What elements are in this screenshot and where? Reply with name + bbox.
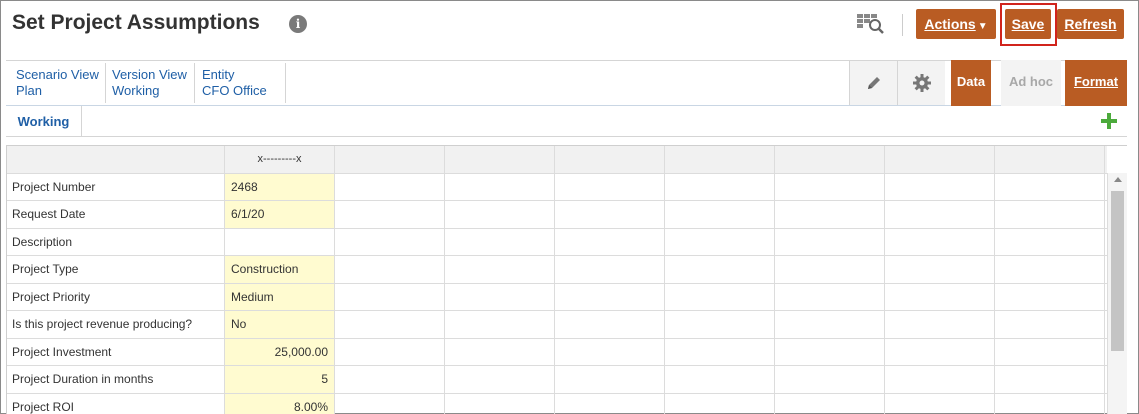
row-label: Project ROI: [7, 393, 225, 414]
row-label: Request Date: [7, 201, 225, 228]
pov-member: Working: [112, 83, 160, 98]
pov-member: Plan: [16, 83, 43, 98]
pov-dimension: Entity: [202, 67, 235, 82]
info-icon[interactable]: i: [289, 15, 307, 33]
save-button[interactable]: Save: [1005, 9, 1051, 39]
actions-label: Actions: [924, 16, 976, 32]
toolbar-divider: [902, 14, 903, 36]
adhoc-tab[interactable]: Ad hoc: [1001, 60, 1061, 106]
empty-header-cell: [665, 146, 775, 173]
format-tab[interactable]: Format: [1065, 60, 1127, 106]
data-grid: x---------x Project Number 2468 Request …: [6, 145, 1127, 414]
corner-cell: [7, 146, 225, 173]
input-cell[interactable]: 8.00%: [225, 393, 335, 414]
empty-header-cell: [445, 146, 555, 173]
tab-working[interactable]: Working: [6, 106, 82, 137]
inspect-grid-icon[interactable]: [856, 11, 886, 37]
pov-divider: [285, 63, 286, 103]
pencil-icon: [868, 77, 880, 89]
page-title: Set Project Assumptions: [12, 11, 260, 34]
empty-header-cell: [995, 146, 1105, 173]
pov-bar: Scenario View Plan Version View Working …: [6, 60, 1127, 106]
actions-button[interactable]: Actions ▼: [916, 9, 996, 39]
input-cell[interactable]: No: [225, 311, 335, 338]
row-label: Is this project revenue producing?: [7, 311, 225, 338]
row-label: Project Investment: [7, 338, 225, 365]
empty-header-cell: [885, 146, 995, 173]
row-label: Project Number: [7, 173, 225, 200]
chevron-down-icon: ▼: [977, 21, 988, 32]
input-cell[interactable]: [225, 228, 335, 255]
pov-version[interactable]: Version View Working: [112, 67, 187, 99]
row-label: Project Duration in months: [7, 366, 225, 393]
settings-button[interactable]: [897, 61, 945, 105]
empty-grid-area: [335, 173, 1107, 414]
empty-header-cell: [335, 146, 445, 173]
gear-icon: [913, 74, 931, 92]
vertical-scrollbar[interactable]: [1107, 173, 1127, 414]
scroll-thumb[interactable]: [1111, 191, 1124, 351]
input-cell[interactable]: 25,000.00: [225, 338, 335, 365]
input-cell[interactable]: Construction: [225, 256, 335, 283]
input-cell[interactable]: 2468: [225, 173, 335, 200]
grid-header-row: x---------x: [7, 146, 1107, 174]
row-label: Project Type: [7, 256, 225, 283]
pov-divider: [194, 63, 195, 103]
empty-header-cell: [555, 146, 665, 173]
input-cell[interactable]: 5: [225, 366, 335, 393]
row-label: Project Priority: [7, 283, 225, 310]
pov-entity[interactable]: Entity CFO Office: [202, 67, 267, 99]
input-cell[interactable]: Medium: [225, 283, 335, 310]
refresh-button[interactable]: Refresh: [1057, 9, 1124, 39]
data-tab[interactable]: Data: [951, 60, 991, 106]
input-cell[interactable]: 6/1/20: [225, 201, 335, 228]
empty-header-cell: [775, 146, 885, 173]
sheet-tab-bar: Working: [6, 106, 1127, 137]
pov-dimension: Scenario View: [16, 67, 99, 82]
add-icon[interactable]: [1100, 112, 1118, 130]
column-header[interactable]: x---------x: [225, 146, 335, 173]
pov-member: CFO Office: [202, 83, 267, 98]
edit-button[interactable]: [849, 61, 897, 105]
pov-divider: [105, 63, 106, 103]
scroll-up-icon[interactable]: [1114, 177, 1122, 182]
row-label: Description: [7, 228, 225, 255]
pov-scenario[interactable]: Scenario View Plan: [16, 67, 99, 99]
pov-dimension: Version View: [112, 67, 187, 82]
